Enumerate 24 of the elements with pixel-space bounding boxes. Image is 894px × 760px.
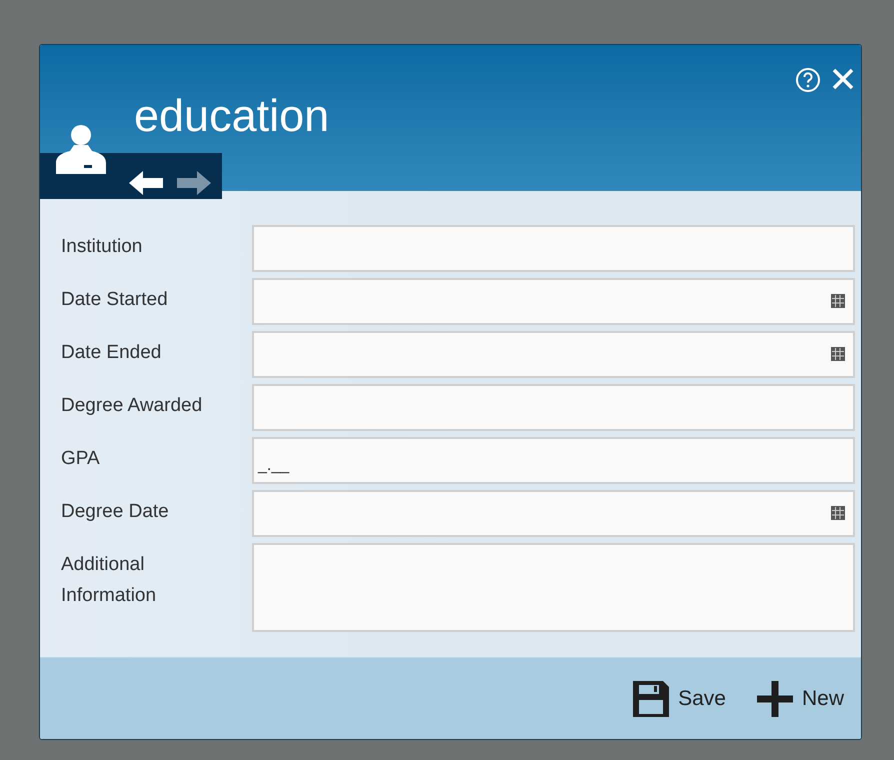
calendar-icon[interactable] <box>831 347 845 361</box>
calendar-icon[interactable] <box>831 506 845 520</box>
field-label: Institution <box>61 235 144 259</box>
dialog-title: education <box>134 93 330 138</box>
field-label: Date Started <box>61 288 169 312</box>
field-label: Degree Date <box>61 500 170 524</box>
help-icon[interactable] <box>795 67 821 93</box>
date-field[interactable] <box>252 490 855 537</box>
field-label: GPA <box>61 447 101 471</box>
input-field[interactable] <box>252 384 855 431</box>
field-label: Date Ended <box>61 341 162 365</box>
input-field[interactable]: _.__ <box>252 437 855 484</box>
back-arrow-icon[interactable] <box>129 170 165 196</box>
calendar-icon[interactable] <box>831 294 845 308</box>
date-field[interactable] <box>252 278 855 325</box>
save-button[interactable]: Save <box>632 680 726 718</box>
input-field[interactable] <box>252 225 855 272</box>
close-icon[interactable] <box>831 67 855 91</box>
date-field[interactable] <box>252 331 855 378</box>
plus-icon <box>756 680 794 718</box>
field-value: _.__ <box>258 456 290 476</box>
field-label: Additional Information <box>61 553 158 608</box>
new-button[interactable]: New <box>756 680 844 718</box>
field-label: Degree Awarded <box>61 394 204 418</box>
